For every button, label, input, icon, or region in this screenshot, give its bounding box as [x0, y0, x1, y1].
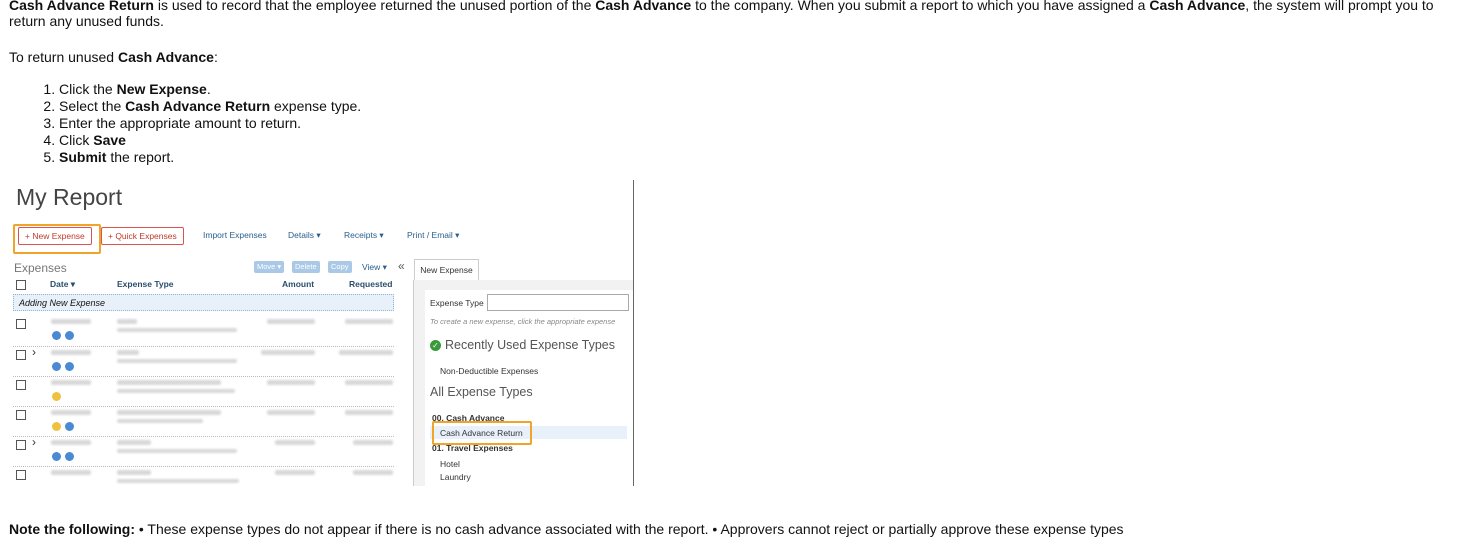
intro-text-1: is used to record that the employee retu… [153, 0, 596, 13]
select-all-checkbox[interactable] [16, 280, 26, 290]
view-menu[interactable]: View ▾ [362, 262, 387, 273]
step-item: Select the Cash Advance Return expense t… [59, 98, 361, 115]
expense-type-item[interactable]: Hotel [440, 459, 460, 469]
group-travel-expenses: 01. Travel Expenses [432, 443, 513, 453]
row-checkbox[interactable] [16, 470, 26, 480]
step-item: Enter the appropriate amount to return. [59, 115, 361, 132]
step-pre: Click [59, 132, 94, 148]
cash-advance-return-highlight [432, 421, 532, 445]
row-checkbox[interactable] [16, 440, 26, 450]
report-title: My Report [16, 184, 123, 210]
expenses-heading: Expenses [14, 261, 67, 275]
move-button[interactable]: Move ▾ [254, 261, 285, 273]
check-icon: ✓ [430, 340, 441, 351]
column-requested[interactable]: Requested [349, 279, 392, 289]
step-pre: Click the [59, 81, 117, 97]
lead-text-1: To return unused [9, 49, 118, 65]
tab-new-expense[interactable]: New Expense [414, 259, 479, 280]
step-post: . [206, 81, 211, 97]
intro-bold-3: Cash Advance [1149, 0, 1246, 13]
intro-paragraph: Cash Advance Return is used to record th… [9, 0, 1459, 29]
recent-item[interactable]: Non-Deductible Expenses [440, 366, 538, 376]
receipts-menu[interactable]: Receipts ▾ [344, 230, 384, 241]
all-types-heading: All Expense Types [430, 385, 533, 399]
step-post: the report. [106, 149, 175, 165]
expense-type-label: Expense Type [430, 298, 484, 308]
instructions-lead: To return unused Cash Advance: [9, 49, 218, 65]
lead-bold: Cash Advance [117, 49, 214, 65]
expense-type-input[interactable] [487, 294, 629, 311]
expand-icon[interactable]: › [32, 345, 36, 359]
column-date[interactable]: Date ▾ [50, 279, 75, 290]
new-expense-button[interactable]: + New Expense [18, 227, 92, 245]
copy-button[interactable]: Copy [328, 261, 352, 273]
intro-text-2: to the company. When you submit a report… [691, 0, 1150, 13]
step-item: Click Save [59, 132, 361, 149]
report-screenshot: My Report + New Expense + Quick Expenses… [9, 180, 634, 486]
column-amount[interactable]: Amount [282, 279, 314, 289]
column-expense-type[interactable]: Expense Type [117, 279, 174, 289]
intro-bold-2: Cash Advance [595, 0, 692, 13]
steps-list: Click the New Expense. Select the Cash A… [9, 81, 361, 166]
step-item: Click the New Expense. [59, 81, 361, 98]
recent-heading: Recently Used Expense Types [445, 338, 616, 352]
step-bold: Cash Advance Return [125, 98, 271, 114]
row-checkbox[interactable] [16, 380, 26, 390]
row-checkbox[interactable] [16, 350, 26, 360]
hint-text: To create a new expense, click the appro… [430, 317, 616, 326]
collapse-icon[interactable]: « [398, 259, 405, 273]
expand-icon[interactable]: › [32, 435, 36, 449]
intro-bold-1: Cash Advance Return [9, 0, 154, 13]
row-checkbox[interactable] [16, 410, 26, 420]
step-bold: Save [93, 132, 126, 148]
row-checkbox[interactable] [16, 319, 26, 329]
step-item: Submit the report. [59, 149, 361, 166]
step-bold: New Expense [116, 81, 207, 97]
lead-text-2: : [213, 49, 218, 65]
step-post: expense type. [270, 98, 362, 114]
quick-expenses-button[interactable]: + Quick Expenses [101, 227, 184, 245]
step-pre: Select the [59, 98, 126, 114]
print-email-menu[interactable]: Print / Email ▾ [407, 230, 459, 241]
note-text: • These expense types do not appear if t… [134, 521, 1124, 537]
delete-button[interactable]: Delete [292, 261, 320, 273]
expense-type-item[interactable]: Laundry [440, 472, 471, 482]
step-bold: Submit [59, 149, 107, 165]
step-pre: Enter the appropriate amount to return. [59, 115, 302, 131]
adding-new-expense-row: Adding New Expense [13, 294, 394, 311]
details-menu[interactable]: Details ▾ [288, 230, 321, 241]
note-label: Note the following: [9, 521, 135, 537]
import-expenses-link[interactable]: Import Expenses [203, 230, 267, 240]
note-paragraph: Note the following: • These expense type… [9, 521, 1124, 537]
